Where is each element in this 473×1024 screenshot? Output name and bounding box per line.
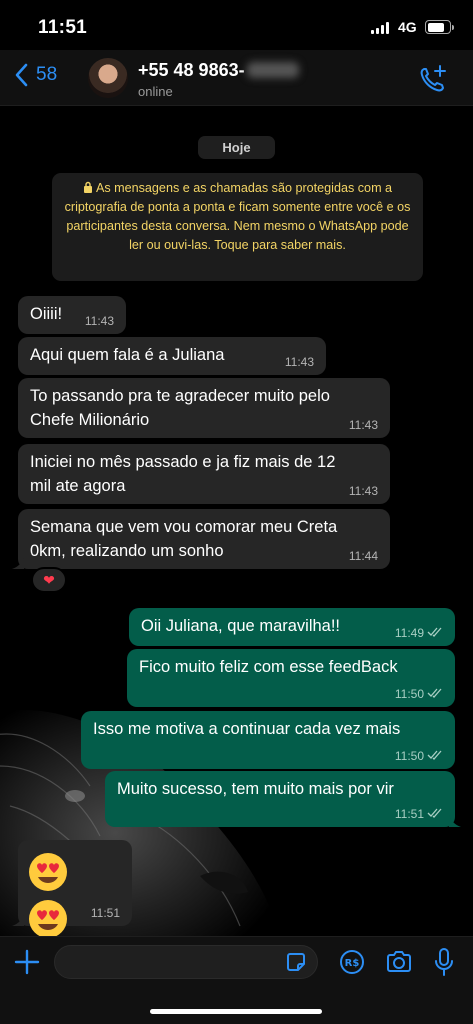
camera-icon[interactable] [385, 949, 413, 975]
status-bar: 11:51 4G [0, 0, 473, 50]
double-check-icon [427, 750, 442, 760]
incoming-message[interactable]: To passando pra te agradecer muito pelo … [18, 378, 390, 438]
network-label: 4G [398, 19, 417, 35]
redacted-blur [246, 62, 299, 78]
encryption-notice[interactable]: As mensagens e as chamadas são protegida… [52, 173, 423, 281]
bubble-tail [449, 815, 461, 827]
incoming-message[interactable]: Oiiii! 11:43 [18, 296, 126, 334]
battery-icon [425, 20, 454, 34]
avatar[interactable] [88, 58, 128, 98]
double-check-icon [427, 627, 442, 637]
sticker-icon[interactable] [284, 950, 308, 974]
message-time: 11:50 [395, 687, 443, 701]
bubble-tail [12, 914, 24, 926]
outgoing-message[interactable]: Isso me motiva a continuar cada vez mais… [81, 711, 455, 769]
composer-bar: R$ [0, 936, 473, 1024]
message-time: 11:51 [395, 807, 443, 821]
chat-header: 58 +55 48 9863- online [0, 50, 473, 106]
heart-eyes-emoji [29, 853, 67, 891]
heart-reaction[interactable]: ❤ [31, 567, 67, 593]
contact-name[interactable]: +55 48 9863- [138, 60, 299, 81]
unread-count: 58 [36, 64, 58, 85]
message-time: 11:44 [348, 549, 378, 563]
back-button[interactable]: 58 [14, 63, 57, 87]
message-input[interactable] [54, 945, 318, 979]
message-time: 11:51 [90, 906, 120, 920]
svg-text:R$: R$ [345, 958, 360, 969]
date-label: Hoje [198, 136, 275, 159]
plus-icon[interactable] [14, 949, 40, 975]
outgoing-message[interactable]: Oii Juliana, que maravilha!! 11:49 [129, 608, 455, 646]
heart-eyes-emoji [29, 900, 67, 936]
contact-status: online [138, 84, 173, 99]
bubble-tail [12, 557, 24, 569]
incoming-message[interactable]: Iniciei no mês passado e ja fiz mais de … [18, 444, 390, 504]
home-indicator [150, 1009, 322, 1014]
incoming-message[interactable]: Aqui quem fala é a Juliana 11:43 [18, 337, 326, 375]
double-check-icon [427, 808, 442, 818]
incoming-message[interactable]: Semana que vem vou comorar meu Creta 0km… [12, 509, 390, 569]
outgoing-message[interactable]: Fico muito feliz com esse feedBack 11:50 [127, 649, 455, 707]
message-time: 11:50 [395, 749, 443, 763]
message-time: 11:43 [348, 484, 378, 498]
message-time: 11:43 [84, 314, 114, 328]
double-check-icon [427, 688, 442, 698]
payment-icon[interactable]: R$ [339, 949, 365, 975]
message-time: 11:43 [348, 418, 378, 432]
message-time: 11:49 [395, 626, 443, 640]
chat-area[interactable]: Hoje As mensagens e as chamadas são prot… [0, 106, 473, 936]
microphone-icon[interactable] [433, 947, 455, 977]
chevron-left-icon [15, 63, 28, 87]
message-time: 11:43 [284, 355, 314, 369]
lock-icon [83, 181, 92, 193]
call-add-icon[interactable] [418, 64, 448, 94]
signal-icon [371, 22, 389, 34]
outgoing-message[interactable]: Muito sucesso, tem muito mais por vir 11… [105, 771, 461, 827]
emoji-message[interactable]: 11:51 [12, 840, 132, 936]
status-time: 11:51 [38, 17, 88, 38]
